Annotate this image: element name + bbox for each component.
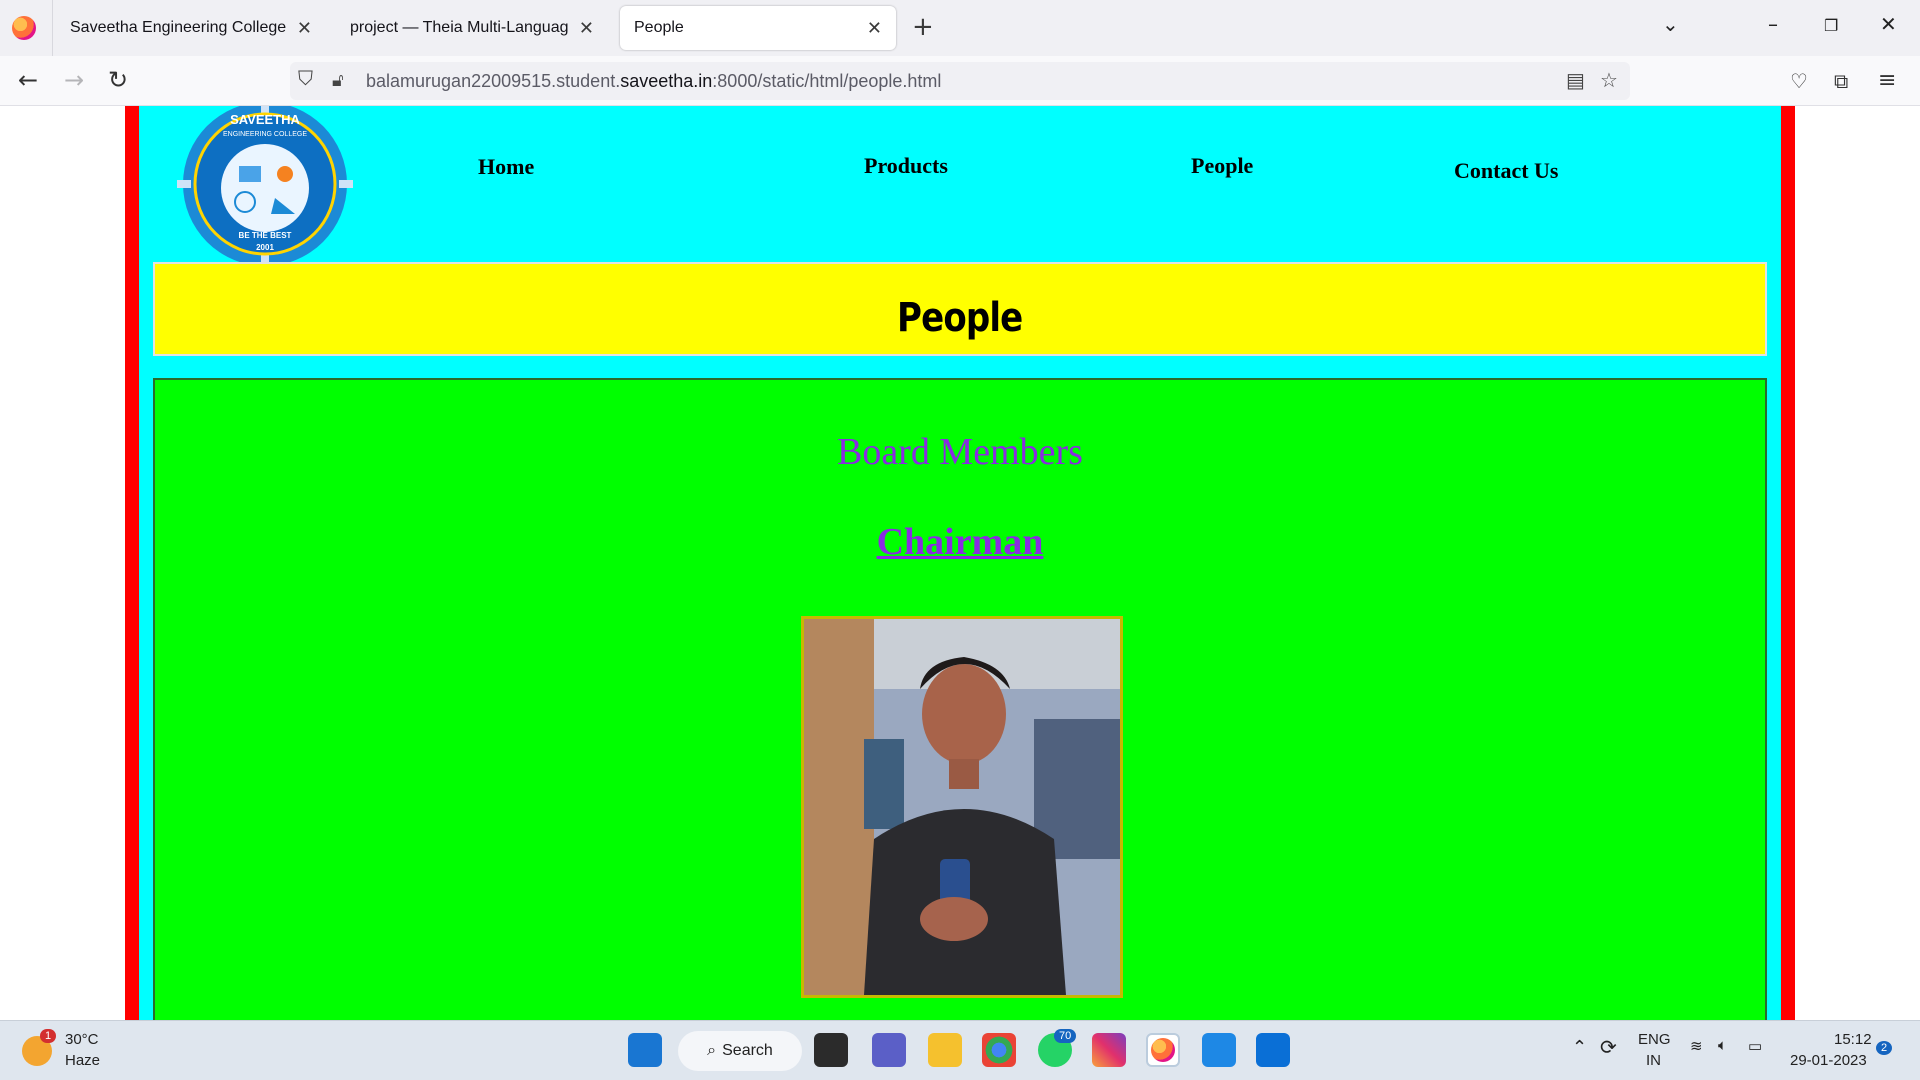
page-title-banner: People [153, 262, 1767, 356]
board-members-section: Board Members Chairman [153, 378, 1767, 1020]
whatsapp-badge: 70 [1054, 1029, 1077, 1043]
close-icon[interactable]: ✕ [867, 18, 882, 39]
close-icon[interactable]: ✕ [297, 18, 312, 39]
logo-motto: BE THE BEST [239, 231, 292, 240]
start-windows-icon[interactable] [628, 1033, 662, 1067]
teams-chat-icon[interactable] [872, 1033, 906, 1067]
page-frame: SAVEETHA ENGINEERING COLLEGE BE THE BEST… [125, 106, 1795, 1020]
chevron-up-icon[interactable]: ⌃ [1572, 1037, 1587, 1058]
weather-alert-badge: 1 [40, 1029, 57, 1043]
nav-link-products[interactable]: Products [864, 153, 948, 179]
tab-project[interactable]: project — Theia Multi-Language Ex ✕ [336, 6, 608, 50]
extensions-icon[interactable]: ⧉ [1834, 69, 1848, 93]
college-logo: SAVEETHA ENGINEERING COLLEGE BE THE BEST… [177, 106, 353, 262]
pocket-icon[interactable]: ♡ [1790, 69, 1808, 93]
chrome-icon[interactable] [982, 1033, 1016, 1067]
clock-time[interactable]: 15:12 [1834, 1031, 1872, 1048]
wifi-icon[interactable]: ≋ [1690, 1037, 1703, 1055]
search-icon: ⌕ [707, 1042, 717, 1059]
language-line1[interactable]: ENG [1638, 1031, 1671, 1048]
search-label: Search [722, 1042, 773, 1059]
chairman-link[interactable]: Chairman [155, 520, 1765, 564]
weather-condition[interactable]: Haze [65, 1052, 100, 1069]
notepad-icon[interactable] [1202, 1033, 1236, 1067]
notification-badge[interactable]: 2 [1876, 1041, 1893, 1055]
logo-sub-text: ENGINEERING COLLEGE [223, 131, 307, 138]
reader-view-icon[interactable]: ▤ [1566, 68, 1585, 93]
section-heading: Board Members [837, 431, 1083, 473]
menu-hamburger-icon[interactable]: ≡ [1878, 68, 1896, 93]
battery-icon[interactable]: ▭ [1748, 1037, 1762, 1055]
task-view-icon[interactable] [814, 1033, 848, 1067]
address-bar[interactable]: ⛉ 🔓︎ balamurugan22009515.student.saveeth… [290, 62, 1630, 100]
page-viewport: SAVEETHA ENGINEERING COLLEGE BE THE BEST… [0, 106, 1920, 1020]
browser-tab-bar: Saveetha Engineering College ✕ project —… [0, 0, 1920, 56]
firefox-icon[interactable] [12, 16, 36, 40]
new-tab-button[interactable]: + [912, 12, 934, 42]
windows-taskbar: 1 30°C Haze ⌕ Search 70 ⌃ ⟳ ENG IN ≋ 🔈︎ … [0, 1020, 1920, 1080]
nav-link-people[interactable]: People [1191, 153, 1253, 179]
tab-saveetha[interactable]: Saveetha Engineering College ✕ [56, 6, 326, 50]
weather-temp[interactable]: 30°C [65, 1031, 99, 1048]
tab-label: project — Theia Multi-Language Ex [350, 19, 569, 36]
forward-arrow-icon[interactable]: → [64, 66, 84, 94]
bookmark-star-icon[interactable]: ☆ [1600, 68, 1618, 93]
url-text[interactable]: balamurugan22009515.student.saveetha.in:… [366, 71, 941, 92]
nav-link-home[interactable]: Home [478, 154, 534, 180]
logo-year: 2001 [256, 243, 274, 252]
clock-date[interactable]: 29-01-2023 [1790, 1052, 1867, 1069]
language-line2[interactable]: IN [1646, 1052, 1661, 1069]
firefox-taskbar-icon[interactable] [1146, 1033, 1180, 1067]
back-arrow-icon[interactable]: ← [18, 66, 38, 94]
tab-people[interactable]: People ✕ [620, 6, 896, 50]
tab-label: Saveetha Engineering College [70, 19, 287, 36]
volume-icon[interactable]: 🔈︎ [1718, 1037, 1727, 1054]
nav-link-contact-us[interactable]: Contact Us [1454, 158, 1559, 184]
close-icon[interactable]: ✕ [579, 18, 594, 39]
instagram-icon[interactable] [1092, 1033, 1126, 1067]
insecure-lock-icon[interactable]: 🔓︎ [332, 70, 344, 91]
photos-icon[interactable] [1256, 1033, 1290, 1067]
browser-nav-bar: ← → ↻ ⛉ 🔓︎ balamurugan22009515.student.s… [0, 56, 1920, 106]
close-window-button[interactable]: ✕ [1880, 12, 1897, 36]
tab-list-chevron-icon[interactable]: ⌄ [1662, 12, 1679, 36]
minimize-button[interactable]: – [1768, 12, 1778, 36]
reload-icon[interactable]: ↻ [108, 66, 128, 94]
file-explorer-icon[interactable] [928, 1033, 962, 1067]
restore-button[interactable]: ❐ [1824, 16, 1838, 35]
shield-icon[interactable]: ⛉ [298, 68, 313, 91]
page-title: People [897, 295, 1023, 341]
chairman-photo [801, 616, 1123, 998]
taskbar-search-button[interactable]: ⌕ Search [678, 1031, 802, 1071]
logo-top-text: SAVEETHA [230, 112, 300, 127]
tab-label: People [634, 19, 684, 36]
sync-icon[interactable]: ⟳ [1600, 1035, 1617, 1060]
tab-separator [52, 0, 53, 56]
